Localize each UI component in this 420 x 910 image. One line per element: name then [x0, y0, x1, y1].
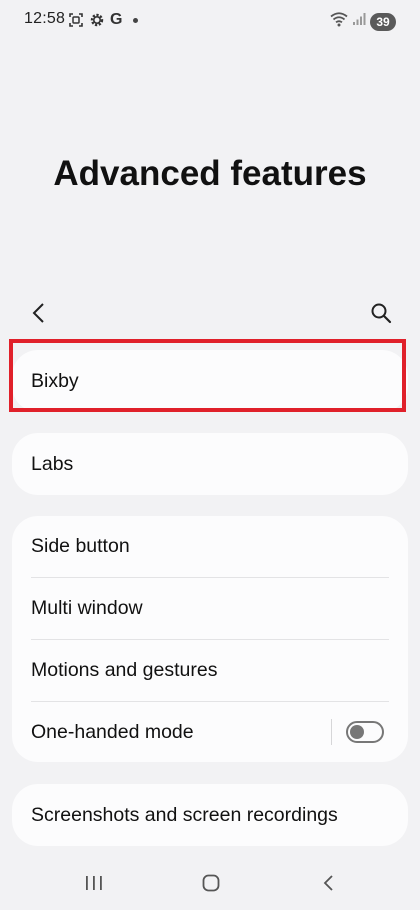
signal-icon [352, 12, 366, 31]
motions-gestures-label: Motions and gestures [31, 658, 218, 681]
nav-back-icon [322, 874, 336, 897]
motions-gestures-item[interactable]: Motions and gestures [12, 639, 408, 701]
bixby-item[interactable]: Bixby [12, 350, 408, 412]
features-card: Side button Multi window Motions and ges… [12, 516, 408, 762]
settings-icon [89, 12, 105, 28]
notification-dot-icon [133, 17, 139, 23]
search-icon [370, 302, 392, 329]
side-button-item[interactable]: Side button [12, 516, 408, 577]
bixby-card: Bixby [12, 350, 408, 412]
status-left-icons: G [68, 11, 139, 29]
nav-back-button[interactable] [314, 874, 344, 896]
wifi-icon [330, 11, 348, 32]
status-time: 12:58 [24, 10, 66, 27]
status-right-icons: 39 [330, 11, 396, 32]
multi-window-item[interactable]: Multi window [12, 577, 408, 639]
home-button[interactable] [196, 874, 226, 896]
toggle-knob [350, 725, 364, 739]
home-icon [201, 874, 221, 897]
search-button[interactable] [364, 298, 398, 332]
battery-icon: 39 [370, 12, 396, 31]
labs-card: Labs [12, 433, 408, 495]
screenshot-icon [68, 12, 84, 28]
one-handed-mode-item[interactable]: One-handed mode [12, 701, 408, 763]
recents-button[interactable] [79, 874, 109, 896]
recents-icon [84, 875, 104, 896]
back-button[interactable] [22, 298, 56, 332]
screenshots-item[interactable]: Screenshots and screen recordings [12, 784, 408, 846]
screenshots-card: Screenshots and screen recordings [12, 784, 408, 846]
status-bar: 12:58 G 39 [0, 0, 420, 40]
side-button-label: Side button [31, 535, 130, 557]
navigation-bar [0, 860, 420, 910]
labs-label: Labs [31, 452, 74, 475]
page-title: Advanced features [53, 154, 367, 193]
labs-item[interactable]: Labs [12, 433, 408, 495]
screenshots-label: Screenshots and screen recordings [31, 803, 338, 826]
one-handed-mode-label: One-handed mode [31, 720, 194, 743]
toggle-divider [331, 719, 332, 745]
back-icon [31, 302, 47, 329]
bixby-label: Bixby [31, 369, 79, 392]
one-handed-mode-toggle[interactable] [346, 721, 384, 743]
multi-window-label: Multi window [31, 596, 143, 619]
google-icon: G [110, 11, 123, 28]
